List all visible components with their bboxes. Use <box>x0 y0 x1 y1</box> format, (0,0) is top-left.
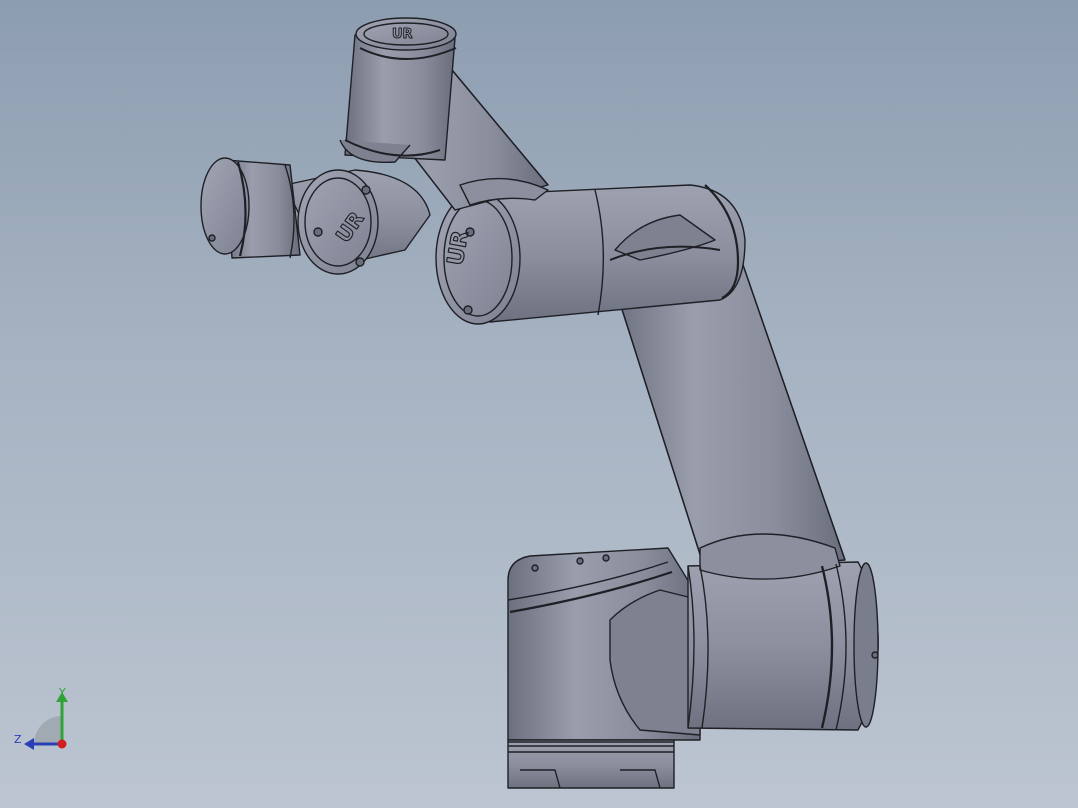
lower-arm-tube <box>611 261 846 571</box>
z-axis-label: Z <box>14 733 22 746</box>
orientation-triad: Y Z <box>12 686 76 750</box>
x-axis-dot-icon <box>57 739 67 749</box>
shoulder-joint <box>687 533 879 731</box>
triad-plane-shading <box>34 716 62 744</box>
ur-logo-wrist1: UR <box>392 27 413 42</box>
y-axis-label: Y <box>58 686 66 699</box>
wrist-3-tool-flange <box>200 157 301 259</box>
base-housing <box>507 547 701 789</box>
wrist-2-joint: UR <box>284 169 431 275</box>
wrist-1-joint: UR <box>339 17 457 164</box>
robot-arm-model[interactable]: UR UR UR <box>0 0 1078 808</box>
graphics-viewport[interactable]: UR UR UR Y Z <box>0 0 1078 808</box>
z-axis-arrow-icon <box>24 738 34 750</box>
